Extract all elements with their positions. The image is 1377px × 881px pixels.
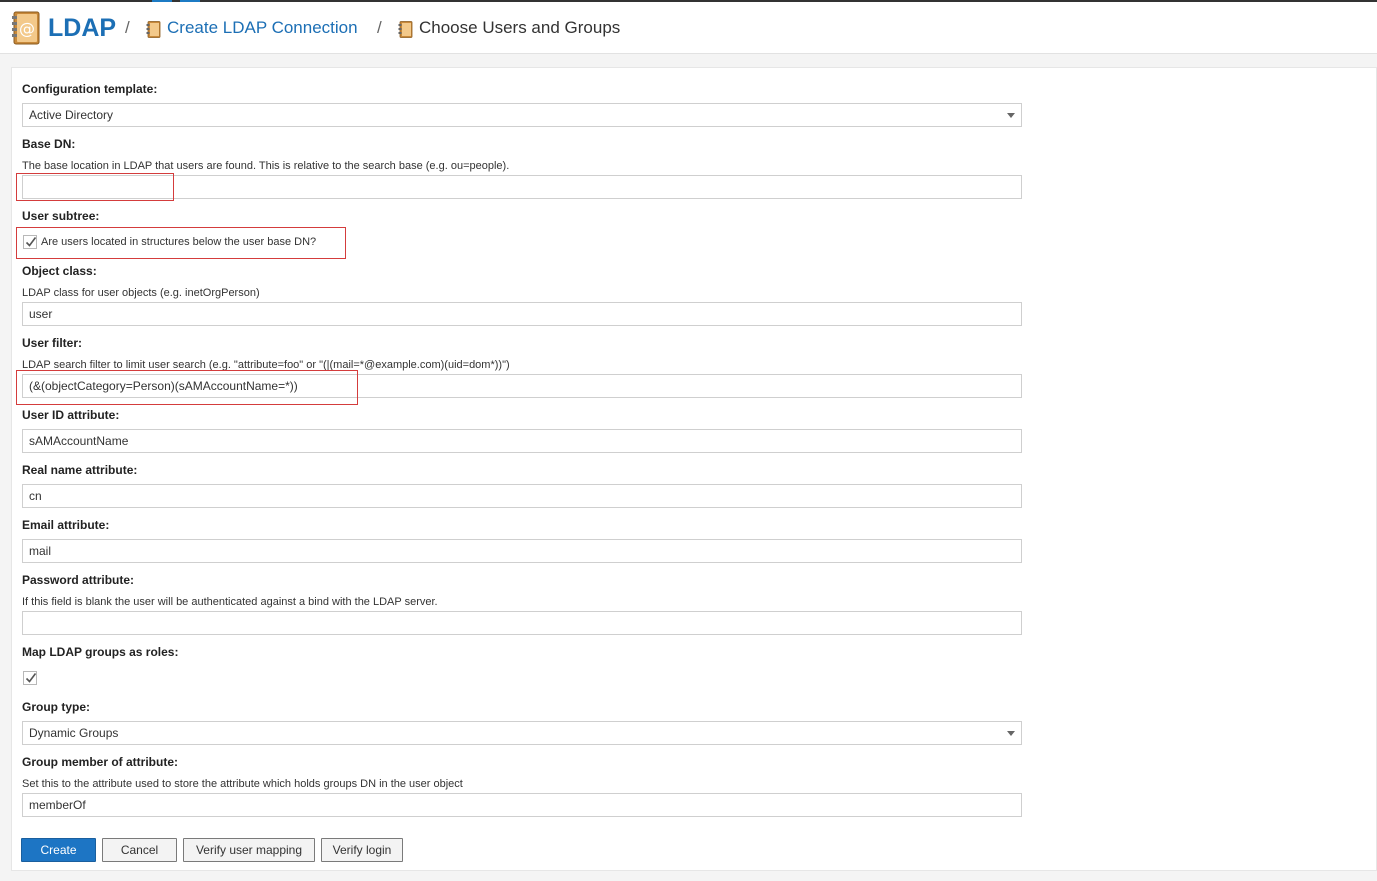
highlight-box — [16, 227, 346, 259]
highlight-box — [16, 370, 358, 405]
user-id-attribute-label: User ID attribute: — [22, 408, 120, 422]
breadcrumb-separator: / — [125, 18, 130, 37]
breadcrumb-create-ldap-connection[interactable]: Create LDAP Connection — [167, 2, 358, 54]
address-book-icon: @ — [12, 11, 40, 45]
breadcrumb-choose-users-and-groups: Choose Users and Groups — [419, 18, 621, 37]
app-title: LDAP — [48, 13, 117, 42]
email-attribute-input[interactable]: mail — [22, 539, 1022, 563]
config-template-value: Active Directory — [29, 108, 114, 122]
chevron-down-icon — [1007, 731, 1015, 736]
address-book-icon — [398, 21, 413, 38]
email-attribute-label: Email attribute: — [22, 518, 110, 532]
chevron-down-icon — [1007, 113, 1015, 118]
config-template-label: Configuration template: — [22, 82, 158, 96]
svg-text:@: @ — [19, 19, 35, 38]
group-member-attribute-description: Set this to the attribute used to store … — [22, 778, 463, 790]
verify-login-button[interactable]: Verify login — [321, 838, 403, 862]
base-dn-label: Base DN: — [22, 137, 76, 151]
address-book-icon — [146, 21, 161, 38]
group-member-attribute-label: Group member of attribute: — [22, 755, 179, 769]
password-attribute-description: If this field is blank the user will be … — [22, 596, 438, 608]
create-button[interactable]: Create — [21, 838, 96, 862]
password-attribute-input[interactable] — [22, 611, 1022, 635]
group-member-attribute-input[interactable]: memberOf — [22, 793, 1022, 817]
real-name-attribute-input[interactable]: cn — [22, 484, 1022, 508]
base-dn-description: The base location in LDAP that users are… — [22, 160, 510, 172]
user-filter-label: User filter: — [22, 336, 83, 350]
password-attribute-label: Password attribute: — [22, 573, 135, 587]
object-class-label: Object class: — [22, 264, 97, 278]
checkmark-icon — [25, 673, 37, 683]
map-groups-label: Map LDAP groups as roles: — [22, 645, 179, 659]
highlight-box — [16, 173, 174, 201]
user-subtree-label: User subtree: — [22, 209, 100, 223]
object-class-input[interactable]: user — [22, 302, 1022, 326]
object-class-description: LDAP class for user objects (e.g. inetOr… — [22, 287, 260, 299]
config-template-select[interactable]: Active Directory — [22, 103, 1022, 127]
real-name-attribute-label: Real name attribute: — [22, 463, 138, 477]
cancel-button[interactable]: Cancel — [102, 838, 177, 862]
group-type-label: Group type: — [22, 700, 90, 714]
verify-user-mapping-button[interactable]: Verify user mapping — [183, 838, 315, 862]
group-type-select[interactable]: Dynamic Groups — [22, 721, 1022, 745]
map-groups-checkbox[interactable] — [23, 671, 37, 685]
group-type-value: Dynamic Groups — [29, 726, 119, 740]
breadcrumb-separator: / — [377, 18, 382, 37]
page-header: @ LDAP / Create LDAP Connection / Choose… — [0, 2, 1377, 54]
user-id-attribute-input[interactable]: sAMAccountName — [22, 429, 1022, 453]
